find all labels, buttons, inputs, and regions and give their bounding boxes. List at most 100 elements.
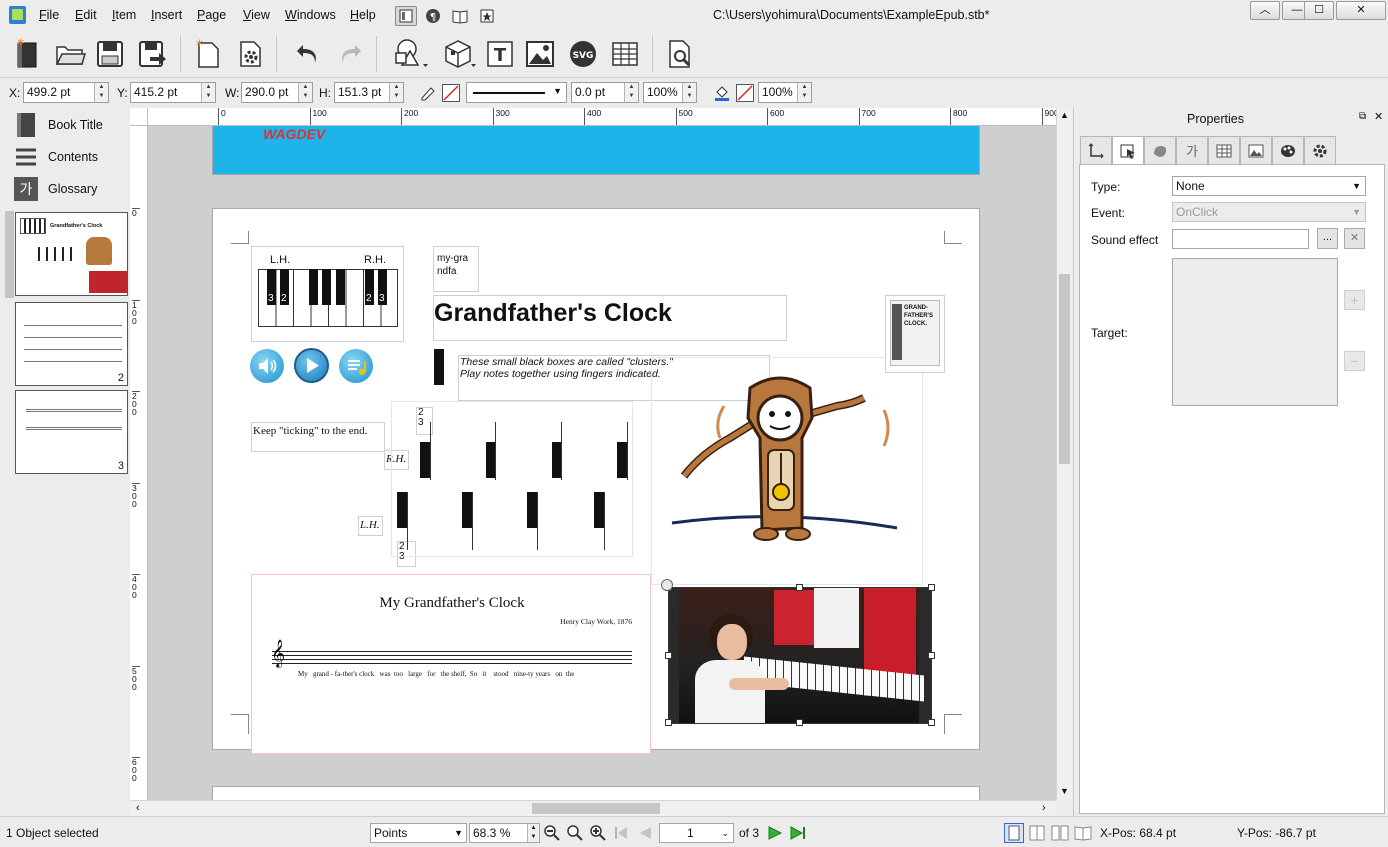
fill-color-none-swatch[interactable] (736, 84, 754, 102)
tab-text[interactable]: 가 (1176, 136, 1208, 165)
book-spread-icon[interactable] (1073, 823, 1093, 843)
fill-bucket-icon[interactable] (713, 84, 731, 102)
y-input[interactable]: 415.2 pt ▲ ▼ (130, 82, 216, 103)
document-canvas[interactable]: WAGDEV L.H. R.H. 3 2 2 3 my-grandfa Gran… (148, 126, 1056, 800)
zoom-fit-icon[interactable] (566, 824, 584, 842)
undo-button[interactable] (290, 36, 326, 72)
close-panel-icon[interactable]: ✕ (1374, 110, 1383, 123)
play-video-icon[interactable] (294, 348, 329, 383)
new-page-button[interactable]: * (190, 36, 226, 72)
clear-sound-button[interactable]: ✕ (1344, 228, 1365, 249)
book-view-icon[interactable] (449, 6, 471, 26)
scroll-left-icon[interactable]: ‹ (136, 802, 140, 814)
preview-button[interactable] (662, 36, 698, 72)
vertical-scroll-thumb[interactable] (1059, 274, 1070, 464)
page-thumbnail-3[interactable]: 3 (15, 390, 128, 474)
two-page-view-icon[interactable] (1050, 823, 1070, 843)
line-style-dropdown[interactable]: ▼ (466, 82, 567, 103)
menu-insert[interactable]: Insert (151, 8, 182, 22)
horizontal-scrollbar[interactable]: ‹ › (130, 800, 1056, 816)
line-width-input[interactable]: 0.0 pt ▲ ▼ (571, 82, 639, 103)
single-page-view-icon[interactable] (1004, 823, 1024, 843)
x-input[interactable]: 499.2 pt ▲ ▼ (23, 82, 109, 103)
units-select[interactable]: Points ▼ (370, 823, 467, 843)
tab-geometry[interactable] (1080, 136, 1112, 165)
piano-keyboard-image[interactable]: L.H. R.H. 3 2 2 3 (251, 246, 404, 342)
spin-arrows[interactable]: ▲ ▼ (527, 824, 539, 842)
tab-color[interactable] (1272, 136, 1304, 165)
selection-handle[interactable] (928, 719, 935, 726)
sound-effect-input[interactable] (1172, 229, 1309, 249)
page-number-select[interactable]: 1 ⌄ (659, 823, 734, 843)
tab-effects[interactable] (1144, 136, 1176, 165)
sidebar-item-contents[interactable]: Contents (14, 143, 130, 171)
spin-arrows[interactable]: ▲ ▼ (389, 83, 403, 102)
h-input[interactable]: 151.3 pt ▲ ▼ (334, 82, 404, 103)
last-page-icon[interactable] (789, 824, 807, 842)
paragraph-mode-icon[interactable]: ¶ (422, 6, 444, 26)
previous-page[interactable]: WAGDEV (212, 126, 980, 175)
horizontal-scroll-thumb[interactable] (532, 803, 660, 814)
layout-mode-button[interactable] (395, 6, 417, 26)
w-input[interactable]: 290.0 pt ▲ ▼ (241, 82, 313, 103)
scroll-up-icon[interactable]: ▲ (1060, 110, 1069, 120)
collapse-button[interactable]: ︿ (1250, 1, 1280, 20)
menu-windows[interactable]: Windows (285, 8, 336, 22)
close-window-button[interactable]: ✕ (1336, 1, 1386, 20)
zoom-out-icon[interactable] (543, 824, 561, 842)
selection-handle[interactable] (928, 584, 935, 591)
lh-marker-frame[interactable]: L.H. (358, 516, 383, 536)
page-settings-button[interactable] (232, 36, 268, 72)
tab-image[interactable] (1240, 136, 1272, 165)
selection-handle[interactable] (928, 652, 935, 659)
zoom-input[interactable]: 68.3 % ▲ ▼ (469, 823, 540, 843)
redo-button[interactable] (332, 36, 368, 72)
facing-pages-icon[interactable] (1027, 823, 1047, 843)
clusters-graphic[interactable] (391, 401, 633, 557)
svg-frame-button[interactable]: SVG (565, 36, 601, 72)
sidebar-item-book-title[interactable]: Book Title (14, 111, 130, 139)
small-text-frame[interactable]: my-grandfa (433, 246, 479, 292)
music-score-icon[interactable] (339, 349, 373, 383)
grandfather-clock-image[interactable] (651, 357, 923, 585)
scroll-down-icon[interactable]: ▼ (1060, 786, 1069, 796)
page-thumbnail-2[interactable]: 2 (15, 302, 128, 386)
next-page-icon[interactable] (766, 824, 784, 842)
browse-sound-button[interactable]: ... (1317, 228, 1338, 249)
save-as-button[interactable] (134, 36, 170, 72)
tab-settings[interactable] (1304, 136, 1336, 165)
selection-handle[interactable] (665, 719, 672, 726)
scroll-right-icon[interactable]: › (1042, 802, 1046, 814)
selection-handle[interactable] (665, 652, 672, 659)
menu-view[interactable]: View (243, 8, 270, 22)
table-button[interactable] (607, 36, 643, 72)
page-thumbnail-1[interactable]: Grandfather's Clock (15, 212, 128, 296)
sidebar-item-glossary[interactable]: 가 Glossary (14, 175, 130, 203)
spin-arrows[interactable]: ▲ ▼ (94, 83, 108, 102)
line-color-none-swatch[interactable] (442, 84, 460, 102)
spin-arrows[interactable]: ▲ ▼ (298, 83, 312, 102)
image-frame-button[interactable] (522, 36, 558, 72)
spin-arrows[interactable]: ▲ ▼ (624, 83, 638, 102)
open-folder-button[interactable] (52, 36, 88, 72)
fill-opacity-input[interactable]: 100% ▲ ▼ (758, 82, 812, 103)
vertical-scrollbar[interactable]: ▲ ▼ (1056, 108, 1072, 800)
menu-item[interactable]: Item (112, 8, 136, 22)
spin-arrows[interactable]: ▲ ▼ (797, 83, 811, 102)
spin-arrows[interactable]: ▲ ▼ (201, 83, 215, 102)
line-opacity-input[interactable]: 100% ▲ ▼ (643, 82, 697, 103)
audio-icon[interactable] (250, 349, 284, 383)
selection-handle[interactable] (796, 719, 803, 726)
bookmark-star-icon[interactable] (476, 6, 498, 26)
keep-ticking-frame[interactable]: Keep "ticking" to the end. (251, 422, 385, 452)
tab-table[interactable] (1208, 136, 1240, 165)
rotation-handle[interactable] (661, 579, 673, 591)
new-book-button[interactable]: * (8, 36, 44, 72)
interactive-widget-button[interactable] (436, 36, 480, 72)
piano-photo-frame[interactable] (668, 587, 932, 724)
current-page[interactable]: L.H. R.H. 3 2 2 3 my-grandfa Grandfather… (212, 208, 980, 754)
line-color-icon[interactable] (419, 84, 437, 102)
tab-action[interactable] (1112, 136, 1144, 165)
maximize-button[interactable]: ☐ (1304, 1, 1334, 20)
menu-page[interactable]: Page (197, 8, 226, 22)
